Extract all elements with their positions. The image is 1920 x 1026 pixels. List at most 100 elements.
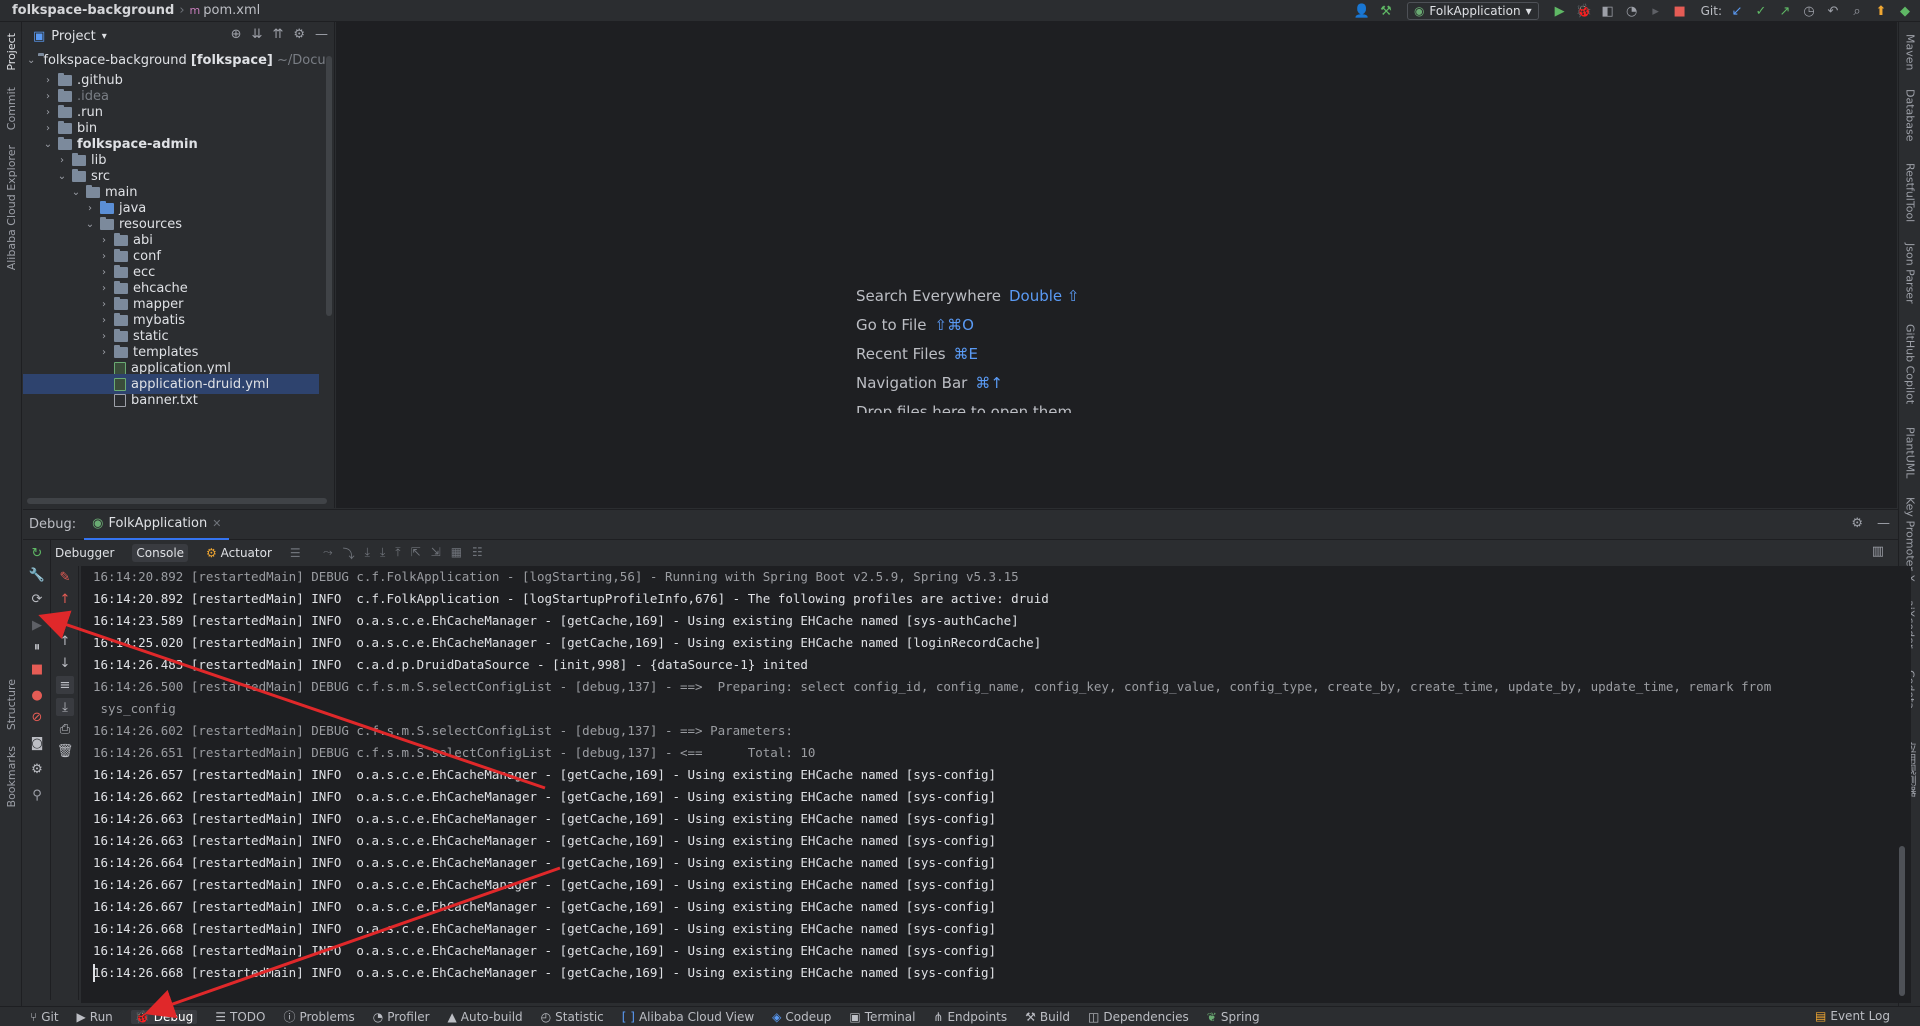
tool-tab-build[interactable]: ⚒ Build [1025, 1010, 1070, 1024]
profile-icon[interactable]: ◔ [1623, 2, 1641, 20]
chevron-down-icon[interactable]: ▾ [102, 31, 107, 42]
tool-tab-database[interactable]: Database [1899, 84, 1920, 146]
mute-breakpoints-icon[interactable]: ⊘ [28, 708, 46, 726]
up-icon[interactable]: ↑ [56, 632, 74, 650]
layout-icon[interactable]: ▥ [1872, 544, 1884, 559]
hide-icon[interactable]: — [1877, 516, 1890, 531]
git-rollback-icon[interactable]: ↶ [1824, 2, 1842, 20]
stop-icon[interactable]: ■ [28, 660, 46, 678]
tool-tab-maven[interactable]: Maven [1899, 28, 1920, 76]
git-update-icon[interactable]: ↙ [1728, 2, 1746, 20]
clear-output-icon[interactable]: ✎ [56, 568, 74, 586]
previous-occurrence-icon[interactable]: ↑ [56, 590, 74, 608]
rerun-icon[interactable]: ↻ [28, 544, 46, 562]
tool-tab-problems[interactable]: ⓘ Problems [283, 1008, 354, 1025]
update-icon[interactable]: ⬆ [1872, 2, 1890, 20]
print-icon[interactable]: ⎙ [56, 720, 74, 738]
run-to-cursor-icon[interactable]: ⇲ [431, 545, 441, 562]
tool-tab-profiler[interactable]: ◔ Profiler [373, 1010, 430, 1024]
project-horizontal-scrollbar[interactable] [27, 498, 327, 504]
resume-icon[interactable]: ▶ [28, 616, 46, 634]
editor-empty-area[interactable]: Search Everywhere Double ⇧ Go to File ⇧⌘O … [336, 22, 1897, 508]
tool-tab-bookmarks[interactable]: Bookmarks [0, 746, 22, 808]
update-application-icon[interactable]: ⟳ [28, 590, 46, 608]
expand-all-icon[interactable]: ⇊ [252, 27, 263, 42]
settings-icon[interactable]: ⚙ [28, 760, 46, 778]
scroll-to-end-icon[interactable]: ⤓ [56, 698, 74, 716]
tool-tab-restfultool[interactable]: RestfulTool [1899, 158, 1920, 228]
modify-config-icon[interactable]: 🔧 [28, 566, 46, 584]
tool-tab-alibaba-cloud-view[interactable]: [ ] Alibaba Cloud View [622, 1010, 754, 1024]
soft-wrap-icon[interactable]: ≡ [56, 676, 74, 694]
tab-debugger[interactable]: Debugger [51, 544, 118, 562]
tool-tab-dependencies[interactable]: ◫ Dependencies [1088, 1010, 1189, 1024]
tool-tab-json-parser[interactable]: Json Parser [1899, 238, 1920, 308]
menu-icon[interactable]: ☰ [290, 546, 301, 560]
tool-tab-spring[interactable]: ❦ Spring [1207, 1010, 1260, 1024]
tree-row[interactable]: ⌄ folkspace-background [folkspace] ~/Docu [23, 50, 326, 70]
close-icon[interactable]: ✕ [212, 517, 221, 530]
git-history-icon[interactable]: ◷ [1800, 2, 1818, 20]
tab-console[interactable]: Console [132, 544, 189, 562]
next-occurrence-icon[interactable]: ↓ [56, 610, 74, 628]
step-over-icon[interactable]: ⤵ [343, 545, 355, 562]
search-icon[interactable]: ⌕ [1848, 2, 1866, 20]
user-icon[interactable]: 👤 [1353, 2, 1371, 20]
view-breakpoints-icon[interactable]: ● [28, 686, 46, 704]
tool-tab-run[interactable]: ▶ Run [77, 1010, 113, 1024]
hide-icon[interactable]: — [315, 27, 328, 42]
force-step-into-icon[interactable]: ⤓ [380, 545, 385, 562]
ide-logo-icon[interactable]: ◆ [1896, 2, 1914, 20]
collapse-all-icon[interactable]: ⇈ [272, 27, 283, 42]
step-into-icon[interactable]: ⤓ [365, 545, 370, 562]
locate-icon[interactable]: ⊕ [231, 27, 242, 42]
dependencies-icon: ◫ [1088, 1009, 1100, 1024]
show-execution-point-icon[interactable]: ⤳ [323, 545, 333, 562]
tool-tab-codeup[interactable]: ◈ Codeup [772, 1010, 831, 1024]
breadcrumb-project[interactable]: folkspace-background [12, 3, 174, 18]
git-commit-icon[interactable]: ✓ [1752, 2, 1770, 20]
console-scrollbar[interactable] [1899, 846, 1905, 996]
drop-frame-icon[interactable]: ⇱ [411, 545, 421, 562]
tool-tab-event-log[interactable]: ▤ Event Log [1815, 1009, 1890, 1023]
tool-tab-terminal[interactable]: ▣ Terminal [849, 1010, 915, 1024]
trash-icon[interactable]: 🗑 [56, 742, 74, 760]
gear-icon[interactable]: ⚙ [293, 27, 305, 42]
tool-tab-alibaba-cloud-explorer[interactable]: Alibaba Cloud Explorer [0, 145, 22, 270]
run-configuration-select[interactable]: ◉ FolkApplication ▾ [1406, 2, 1539, 20]
gear-icon[interactable]: ⚙ [1851, 516, 1863, 531]
tool-tab-github-copilot[interactable]: GitHub Copilot [1899, 322, 1920, 406]
debug-session-tab[interactable]: ◉ FolkApplication ✕ [84, 510, 230, 540]
pause-icon[interactable]: ⏸ [28, 638, 46, 656]
stop-icon[interactable]: ■ [1671, 2, 1689, 20]
build-hammer-icon[interactable]: ⚒ [1377, 2, 1395, 20]
tool-tab-auto-build[interactable]: ▲ Auto-build [448, 1010, 523, 1024]
tool-tab-plantuml[interactable]: PlantUML [1899, 418, 1920, 488]
breadcrumb-file[interactable]: pom.xml [203, 3, 260, 18]
project-panel-title[interactable]: Project [51, 29, 95, 44]
down-icon[interactable]: ↓ [56, 654, 74, 672]
evaluate-icon[interactable]: ▦ [451, 545, 462, 562]
console-output[interactable]: 16:14:20.892 [restartedMain] DEBUG c.f.F… [81, 566, 1911, 1003]
console-line: 16:14:26.668 [restartedMain] INFO o.a.s.… [93, 943, 997, 958]
step-out-icon[interactable]: ⤒ [395, 545, 400, 562]
tool-tab-statistic[interactable]: ◴ Statistic [541, 1010, 604, 1024]
tool-tab-debug[interactable]: 🐞 Debug [130, 1009, 198, 1024]
tool-tab-todo[interactable]: ☰ TODO [215, 1010, 265, 1024]
tool-tab-structure[interactable]: Structure [0, 674, 22, 736]
git-push-icon[interactable]: ↗ [1776, 2, 1794, 20]
project-vertical-scrollbar[interactable] [326, 56, 332, 316]
pin-icon[interactable]: ⚲ [28, 786, 46, 804]
tree-row[interactable]: banner.txt [23, 390, 319, 410]
camera-icon[interactable]: ◙ [28, 734, 46, 752]
attach-debugger-icon[interactable]: ▸ [1647, 2, 1665, 20]
trace-icon[interactable]: ☷ [472, 545, 483, 562]
tab-actuator[interactable]: ⚙ Actuator [202, 544, 276, 562]
tool-tab-endpoints[interactable]: ⋔ Endpoints [933, 1010, 1007, 1024]
coverage-icon[interactable]: ◧ [1599, 2, 1617, 20]
run-icon[interactable]: ▶ [1551, 2, 1569, 20]
tool-tab-git[interactable]: ⑂ Git [30, 1010, 59, 1024]
tool-tab-commit[interactable]: Commit [0, 84, 22, 134]
tool-tab-project[interactable]: Project [0, 26, 22, 78]
debug-icon[interactable]: 🐞 [1575, 2, 1593, 20]
